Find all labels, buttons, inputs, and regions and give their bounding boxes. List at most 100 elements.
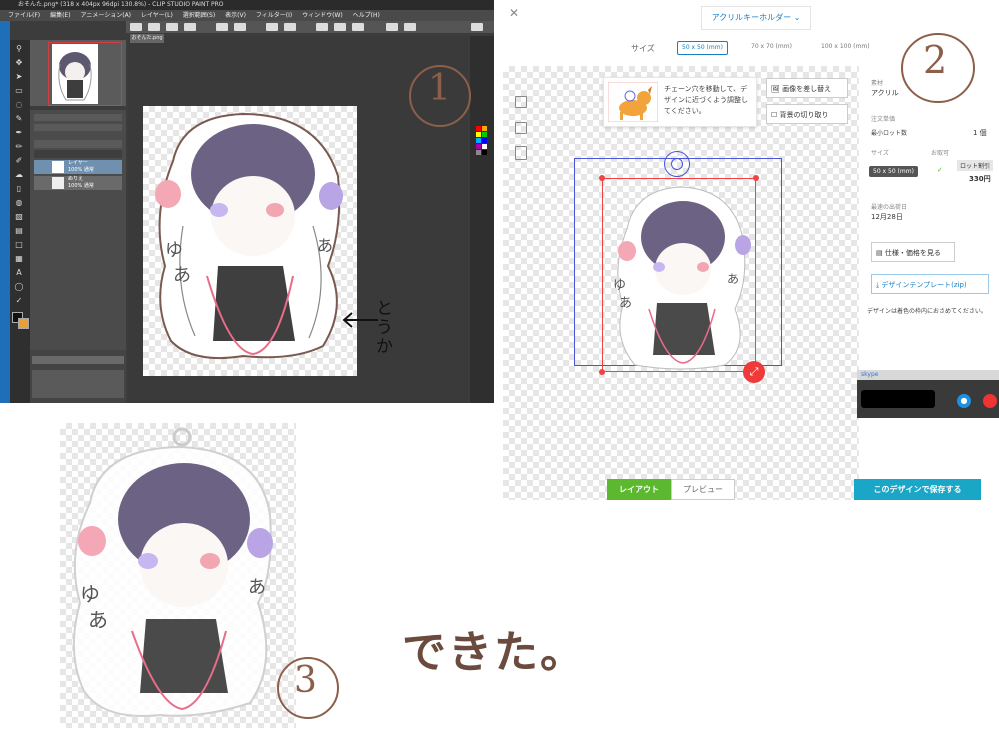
selection-tool-icon[interactable]: ▭ <box>14 86 24 96</box>
tab-layout[interactable]: レイアウト <box>607 479 671 500</box>
resize-handle[interactable] <box>599 175 605 181</box>
sub-tool-panel <box>30 350 126 403</box>
brush-tool-icon[interactable]: ✐ <box>14 156 24 166</box>
snap-icon[interactable] <box>352 23 364 31</box>
arrow-left-icon <box>342 312 378 328</box>
image-bounding-box[interactable]: ゆ あ あ <box>602 178 756 372</box>
keyholder-preview: ゆ あ あ <box>60 423 296 728</box>
color-swatch[interactable] <box>476 144 481 149</box>
airbrush-tool-icon[interactable]: ☁ <box>14 170 24 180</box>
redo-icon[interactable] <box>234 23 246 31</box>
new-icon[interactable] <box>148 23 160 31</box>
skype-label: skype <box>857 370 999 380</box>
canvas[interactable]: ゆ あ あ <box>143 106 357 376</box>
menu-help[interactable]: ヘルプ(H) <box>353 12 380 19</box>
bg-cut-toggle[interactable]: ☐ 背景の切り取り <box>766 104 848 124</box>
step-2-number: 2 <box>923 38 948 82</box>
menu-window[interactable]: ウィンドウ(W) <box>302 12 343 19</box>
tab-preview[interactable]: プレビュー <box>671 479 735 500</box>
check-icon: ✓ <box>937 166 943 174</box>
color-swatch[interactable] <box>476 150 481 155</box>
menu-file[interactable]: ファイル(F) <box>8 12 40 19</box>
canvas-tab[interactable]: おそんた.png <box>130 34 164 43</box>
svg-text:あ: あ <box>248 577 266 598</box>
size-option-100[interactable]: 100 x 100 (mm) <box>817 41 874 53</box>
sub-color-swatch[interactable] <box>18 318 29 329</box>
resize-handle[interactable] <box>599 369 605 375</box>
svg-text:ゆ: ゆ <box>80 582 100 606</box>
resize-handle[interactable] <box>753 175 759 181</box>
color-swatch[interactable] <box>476 132 481 137</box>
spec-button[interactable]: ▤ 仕様・価格を見る <box>871 242 955 262</box>
blend-tool-icon[interactable]: ◍ <box>14 198 24 208</box>
material-value: アクリル <box>871 89 899 97</box>
replace-image-button[interactable]: 🖼 画像を差し替え <box>766 78 848 98</box>
vertical-fit-icon[interactable] <box>515 146 527 160</box>
color-swatch[interactable] <box>476 126 481 131</box>
eye-icon[interactable] <box>130 23 142 31</box>
eraser-tool-icon[interactable]: ▯ <box>14 184 24 194</box>
menu-selection[interactable]: 選択範囲(S) <box>183 12 216 19</box>
rotate-icon[interactable]: ⤢ <box>743 361 765 383</box>
fit-icon[interactable] <box>515 122 527 134</box>
price-value: 330円 <box>969 175 991 183</box>
lasso-tool-icon[interactable]: ◌ <box>14 100 24 110</box>
size-option-70[interactable]: 70 x 70 (mm) <box>747 41 796 53</box>
design-note: デザインは着色の枠内におさめてください。 <box>867 308 987 315</box>
figure-tool-icon[interactable]: □ <box>14 240 24 250</box>
ruler-icon[interactable] <box>404 23 416 31</box>
color-swatch[interactable] <box>482 144 487 149</box>
save-icon[interactable] <box>184 23 196 31</box>
open-icon[interactable] <box>166 23 178 31</box>
gradient-tool-icon[interactable]: ▤ <box>14 226 24 236</box>
eyedropper-tool-icon[interactable]: ✎ <box>14 114 24 124</box>
desktop-strip <box>0 0 10 403</box>
pen-tool-icon[interactable]: ✒ <box>14 128 24 138</box>
zoom-tool-icon[interactable]: ⚲ <box>14 44 24 54</box>
clear-icon[interactable] <box>266 23 278 31</box>
operation-tool-icon[interactable]: ➤ <box>14 72 24 82</box>
align-center-icon[interactable] <box>515 96 527 108</box>
design-image: ゆ あ あ <box>613 186 751 370</box>
color-swatch[interactable] <box>482 138 487 143</box>
help-icon[interactable] <box>471 23 483 31</box>
product-select[interactable]: アクリルキーホルダー ⌄ <box>701 6 811 30</box>
hangup-icon[interactable] <box>983 394 997 408</box>
balloon-tool-icon[interactable]: ◯ <box>14 282 24 292</box>
correct-tool-icon[interactable]: ✓ <box>14 296 24 306</box>
navigator-thumbnail <box>52 44 98 104</box>
menu-edit[interactable]: 編集(E) <box>50 12 70 19</box>
color-swatch[interactable] <box>482 126 487 131</box>
step-1-number: 1 <box>428 68 451 109</box>
move-tool-icon[interactable]: ✥ <box>14 58 24 68</box>
menu-view[interactable]: 表示(V) <box>225 12 246 19</box>
menu-filter[interactable]: フィルター(I) <box>256 12 292 19</box>
command-bar <box>126 21 494 33</box>
invert-icon[interactable] <box>334 23 346 31</box>
svg-text:あ: あ <box>727 272 739 286</box>
pencil-tool-icon[interactable]: ✏ <box>14 142 24 152</box>
deselect-icon[interactable] <box>316 23 328 31</box>
size-label: サイズ <box>631 44 655 53</box>
color-swatch[interactable] <box>476 138 481 143</box>
close-icon[interactable]: ✕ <box>509 7 521 19</box>
color-swatch[interactable] <box>482 150 487 155</box>
menu-layer[interactable]: レイヤー(L) <box>141 12 173 19</box>
layer-panel <box>30 110 126 350</box>
size-option-50[interactable]: 50 x 50 (mm) <box>677 41 728 55</box>
menu-animation[interactable]: アニメーション(A) <box>80 12 131 19</box>
save-design-button[interactable]: このデザインで保存する <box>854 479 981 500</box>
color-swatch[interactable] <box>482 132 487 137</box>
grid-icon[interactable] <box>386 23 398 31</box>
fill-tool-icon[interactable]: ▧ <box>14 212 24 222</box>
undo-icon[interactable] <box>216 23 228 31</box>
step-3-number: 3 <box>294 660 317 701</box>
layer-row[interactable]: レイヤー 100% 通常 <box>34 160 122 174</box>
layer-row[interactable]: ぬりえ 100% 通常 <box>34 176 122 190</box>
mic-icon[interactable]: ● <box>957 394 971 408</box>
transform-icon[interactable] <box>284 23 296 31</box>
character-drawing: ゆ あ あ <box>155 112 343 360</box>
frame-tool-icon[interactable]: ▦ <box>14 254 24 264</box>
template-download-button[interactable]: ⤓ デザインテンプレート(zip) <box>871 274 989 294</box>
text-tool-icon[interactable]: A <box>14 268 24 278</box>
